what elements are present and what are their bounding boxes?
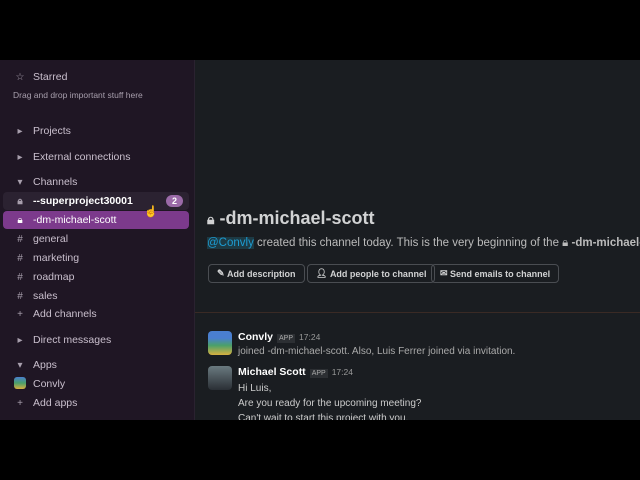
channel-intro: @Convly created this channel today. This… bbox=[207, 237, 640, 250]
message-text: Can't wait to start this project with yo… bbox=[238, 413, 409, 420]
plus-icon: + bbox=[17, 397, 23, 409]
intro-text: created this channel today. This is the … bbox=[253, 237, 563, 249]
label: Apps bbox=[33, 359, 57, 371]
sidebar-item-starred[interactable]: ☆ Starred bbox=[3, 68, 189, 86]
label: Add people to channel bbox=[329, 268, 427, 279]
label: Add channels bbox=[33, 308, 97, 320]
plus-icon: + bbox=[17, 308, 23, 320]
sidebar-section-projects[interactable]: ▸ Projects bbox=[3, 122, 189, 140]
label: general bbox=[33, 233, 69, 245]
caret-right-icon: ▸ bbox=[17, 334, 23, 346]
author[interactable]: Convly bbox=[238, 331, 273, 343]
message-text: Hi Luis, bbox=[238, 383, 272, 394]
hash-icon: # bbox=[17, 233, 23, 245]
sidebar-section-external[interactable]: ▸ External connections bbox=[3, 148, 189, 166]
lock-icon: 🔒︎ bbox=[17, 214, 23, 226]
lock-icon: 🔒︎ bbox=[207, 211, 215, 227]
add-channels-button[interactable]: + Add channels bbox=[3, 305, 189, 323]
app-window: ☆ Starred Drag and drop important stuff h… bbox=[0, 60, 640, 420]
timestamp[interactable]: 17:24 bbox=[332, 367, 353, 377]
app-convly[interactable]: Convly bbox=[3, 375, 189, 393]
channel-title: 🔒︎ -dm-michael-scott bbox=[207, 208, 375, 229]
message-text: Are you ready for the upcoming meeting? bbox=[238, 398, 422, 409]
channel-view: 🔒︎ -dm-michael-scott @Convly created thi… bbox=[195, 60, 640, 420]
label: Direct messages bbox=[33, 334, 112, 346]
add-people-button[interactable]: 👤︎ Add people to channel bbox=[307, 264, 436, 283]
label: --superproject30001 bbox=[33, 195, 133, 207]
lock-icon: 🔒︎ bbox=[17, 195, 23, 207]
label: External connections bbox=[33, 151, 131, 163]
label: marketing bbox=[33, 252, 80, 264]
label: Channels bbox=[33, 176, 78, 188]
label: Send emails to channel bbox=[450, 268, 551, 279]
message: Michael Scott APP 17:24 Hi Luis, Are you r… bbox=[238, 365, 421, 420]
star-icon: ☆ bbox=[15, 71, 25, 83]
label: Projects bbox=[33, 125, 71, 137]
message-text: joined -dm-michael-scott. Also, Luis Fer… bbox=[238, 346, 516, 357]
add-apps-button[interactable]: + Add apps bbox=[3, 394, 189, 412]
mention-link[interactable]: @Convly bbox=[207, 237, 254, 249]
timestamp[interactable]: 17:24 bbox=[299, 332, 320, 342]
label: roadmap bbox=[33, 271, 75, 283]
sidebar-section-direct-messages[interactable]: ▸ Direct messages bbox=[3, 331, 189, 349]
pencil-icon: ✎ bbox=[217, 268, 228, 278]
send-emails-button[interactable]: ✉ Send emails to channel bbox=[431, 264, 560, 283]
sidebar: ☆ Starred Drag and drop important stuff h… bbox=[0, 60, 195, 420]
title-text: -dm-michael-scott bbox=[219, 208, 375, 228]
email-icon: ✉ bbox=[440, 268, 451, 278]
channel-general[interactable]: # general bbox=[3, 230, 189, 248]
channel-superproject[interactable]: 🔒︎ --superproject30001 2 bbox=[3, 192, 189, 210]
author[interactable]: Michael Scott bbox=[238, 366, 306, 378]
caret-right-icon: ▸ bbox=[17, 151, 23, 163]
caret-down-icon: ▾ bbox=[17, 176, 23, 188]
label: -dm-michael-scott bbox=[33, 214, 117, 226]
app-badge: APP bbox=[277, 334, 296, 343]
sidebar-section-channels[interactable]: ▾ Channels bbox=[3, 173, 189, 191]
michael-scott-avatar[interactable] bbox=[208, 366, 232, 390]
sidebar-section-apps[interactable]: ▾ Apps bbox=[3, 356, 189, 374]
mouse-cursor-icon: ☝ bbox=[144, 206, 158, 218]
channel-sales[interactable]: # sales bbox=[3, 287, 189, 305]
caret-right-icon: ▸ bbox=[17, 125, 23, 137]
caret-down-icon: ▾ bbox=[17, 359, 23, 371]
channel-roadmap[interactable]: # roadmap bbox=[3, 268, 189, 286]
label: Convly bbox=[33, 378, 66, 390]
person-icon: 👤︎ bbox=[316, 268, 330, 278]
app-badge: APP bbox=[309, 369, 328, 378]
channel-link[interactable]: -dm-michael-scott bbox=[572, 237, 640, 249]
label: Starred bbox=[33, 71, 68, 83]
convly-avatar[interactable] bbox=[208, 331, 232, 355]
lock-icon: 🔒︎ bbox=[562, 237, 569, 249]
starred-hint: Drag and drop important stuff here bbox=[13, 90, 143, 100]
hash-icon: # bbox=[17, 252, 23, 264]
label: sales bbox=[33, 290, 58, 302]
label: Add description bbox=[227, 268, 296, 279]
unread-badge: 2 bbox=[165, 195, 183, 207]
add-description-button[interactable]: ✎ Add description bbox=[208, 264, 305, 283]
label: Add apps bbox=[33, 397, 78, 409]
channel-dm-michael-scott[interactable]: 🔒︎ -dm-michael-scott bbox=[3, 211, 189, 229]
message: Convly APP 17:24 joined -dm-michael-scott.… bbox=[238, 331, 515, 357]
convly-app-icon bbox=[13, 376, 27, 392]
channel-marketing[interactable]: # marketing bbox=[3, 249, 189, 267]
divider bbox=[195, 312, 640, 313]
hash-icon: # bbox=[17, 290, 23, 302]
hash-icon: # bbox=[17, 271, 23, 283]
